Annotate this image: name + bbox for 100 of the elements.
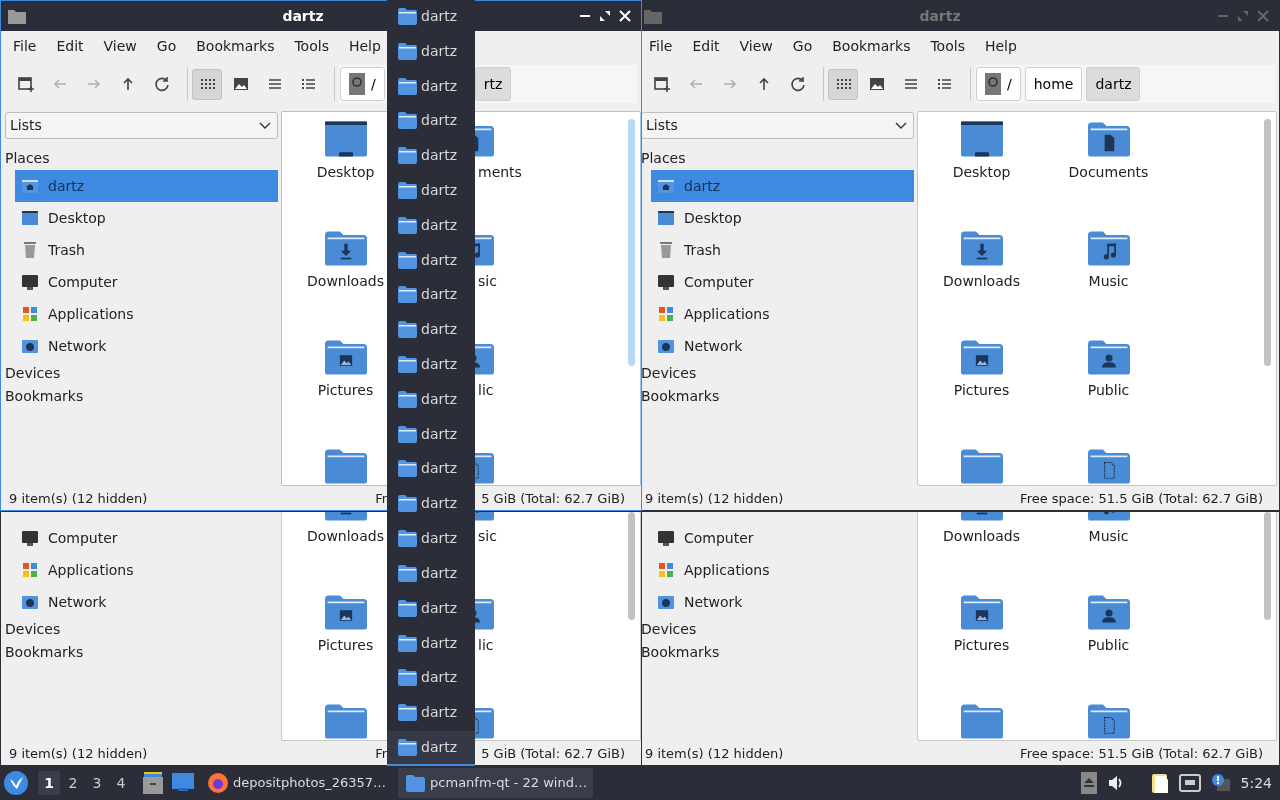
desktop-switch-button[interactable]: 3 — [86, 771, 108, 795]
sidebar-item[interactable]: Trash — [15, 234, 278, 266]
sidebar-item[interactable]: Network — [651, 330, 914, 362]
file-name[interactable]: Music — [1088, 527, 1129, 545]
maximize-icon[interactable] — [599, 10, 611, 22]
menu-item[interactable]: dartz — [387, 731, 475, 766]
menu-item[interactable]: dartz — [387, 522, 475, 557]
menu-item[interactable]: File — [639, 32, 683, 60]
file-name[interactable]: Pictures — [953, 636, 1010, 654]
file-name[interactable]: Documents — [1068, 163, 1149, 181]
menu-item[interactable]: dartz — [387, 452, 475, 488]
folder-icon[interactable] — [324, 702, 367, 740]
eject-icon[interactable] — [1080, 772, 1097, 794]
menu-item[interactable]: dartz — [387, 382, 475, 418]
menu-item[interactable]: dartz — [387, 696, 475, 732]
sidebar-item[interactable]: Desktop — [15, 202, 278, 234]
sidebar-item[interactable]: Computer — [651, 522, 914, 554]
file-name[interactable]: Downloads — [943, 272, 1020, 290]
picture-folder-icon[interactable] — [324, 338, 367, 376]
grid-button[interactable] — [828, 68, 858, 100]
menu-item[interactable]: dartz — [387, 348, 475, 383]
file-name[interactable]: sic — [478, 272, 497, 290]
taskbar-task[interactable]: pcmanfm-qt - 22 wind… — [398, 768, 593, 798]
menu-item[interactable]: dartz — [387, 487, 475, 523]
menu-item[interactable]: Help — [974, 32, 1027, 60]
path-button[interactable]: rtz — [474, 67, 512, 101]
menu-item[interactable]: Bookmarks — [822, 32, 921, 60]
lists-dropdown[interactable]: Lists — [5, 112, 278, 139]
document-folder-icon[interactable] — [1087, 702, 1130, 740]
sidebar-item[interactable]: Network — [15, 330, 278, 362]
file-name[interactable]: Public — [1087, 636, 1130, 654]
notification-icon[interactable] — [1210, 773, 1231, 793]
menu-item[interactable]: Edit — [46, 32, 94, 60]
menu-item[interactable]: dartz — [387, 174, 475, 209]
picture-folder-icon[interactable] — [324, 593, 367, 631]
picture-folder-icon[interactable] — [960, 338, 1003, 376]
desktop-switch-button[interactable]: 1 — [38, 771, 60, 795]
scrollbar-thumb[interactable] — [1264, 512, 1271, 620]
menu-item[interactable]: dartz — [387, 139, 475, 175]
path-button[interactable]: home — [1024, 67, 1083, 101]
sidebar-item[interactable]: Computer — [651, 266, 914, 298]
path-button[interactable]: / — [340, 67, 385, 101]
file-name[interactable]: Pictures — [953, 381, 1010, 399]
menu-item[interactable]: dartz — [387, 0, 475, 35]
menu-item[interactable]: dartz — [387, 626, 475, 662]
folder-icon[interactable] — [960, 702, 1003, 740]
menu-item[interactable]: Edit — [682, 32, 730, 60]
menu-item[interactable]: dartz — [387, 557, 475, 592]
file-name[interactable]: lic — [478, 381, 494, 399]
menu-item[interactable]: File — [3, 32, 47, 60]
sidebar-item[interactable]: Applications — [15, 298, 278, 330]
file-name[interactable]: Pictures — [317, 381, 374, 399]
menu-item[interactable]: dartz — [387, 278, 475, 314]
menu-item[interactable]: Go — [782, 32, 823, 60]
clipboard-icon[interactable] — [1150, 772, 1169, 794]
file-name[interactable]: Downloads — [307, 272, 384, 290]
taskbar-task[interactable]: depositphotos_26357… — [200, 768, 393, 798]
desktop-switch-button[interactable]: 2 — [62, 771, 84, 795]
grid-button[interactable] — [192, 68, 222, 100]
lists-dropdown[interactable]: Lists — [641, 112, 914, 139]
menu-item[interactable]: Bookmarks — [186, 32, 285, 60]
file-name[interactable]: sic — [478, 527, 497, 545]
document-folder-icon[interactable] — [1087, 447, 1130, 485]
sidebar-item[interactable]: dartz — [651, 170, 914, 202]
person-folder-icon[interactable] — [1087, 338, 1130, 376]
scrollbar-thumb[interactable] — [1264, 119, 1271, 366]
file-name[interactable]: Public — [1087, 381, 1130, 399]
music-folder-icon[interactable] — [1087, 229, 1130, 267]
sidebar-item[interactable]: Applications — [15, 554, 278, 586]
sidebar-item[interactable]: dartz — [15, 170, 278, 202]
ethernet-icon[interactable] — [1178, 774, 1201, 792]
menu-item[interactable]: Tools — [920, 32, 975, 60]
desktop-icon[interactable] — [324, 120, 367, 158]
folder-icon[interactable] — [960, 447, 1003, 485]
scrollbar-thumb[interactable] — [628, 512, 635, 620]
menu-item[interactable]: dartz — [387, 417, 475, 453]
document-folder-icon[interactable] — [1087, 120, 1130, 158]
scrollbar-thumb[interactable] — [628, 119, 635, 366]
download-folder-icon[interactable] — [960, 229, 1003, 267]
file-name[interactable]: Desktop — [316, 163, 375, 181]
path-button[interactable]: / — [976, 67, 1021, 101]
menu-item[interactable]: dartz — [387, 661, 475, 697]
sidebar-item[interactable]: Computer — [15, 522, 278, 554]
file-name[interactable]: lic — [478, 636, 494, 654]
file-name[interactable]: Downloads — [307, 527, 384, 545]
sidebar-item[interactable]: Trash — [651, 234, 914, 266]
sidebar-item[interactable]: Applications — [651, 298, 914, 330]
menu-item[interactable]: View — [729, 32, 783, 60]
picture-folder-icon[interactable] — [960, 593, 1003, 631]
sidebar-item[interactable]: Computer — [15, 266, 278, 298]
folder-icon[interactable] — [324, 447, 367, 485]
menu-item[interactable]: dartz — [387, 104, 475, 140]
clock-text[interactable]: 5:24 — [1240, 772, 1272, 794]
sidebar-item[interactable]: Applications — [651, 554, 914, 586]
menu-item[interactable]: Tools — [284, 32, 339, 60]
person-folder-icon[interactable] — [1087, 593, 1130, 631]
file-name[interactable]: ments — [478, 163, 522, 181]
file-name[interactable]: Pictures — [317, 636, 374, 654]
menu-item[interactable]: dartz — [387, 313, 475, 349]
file-name[interactable]: Music — [1088, 272, 1129, 290]
